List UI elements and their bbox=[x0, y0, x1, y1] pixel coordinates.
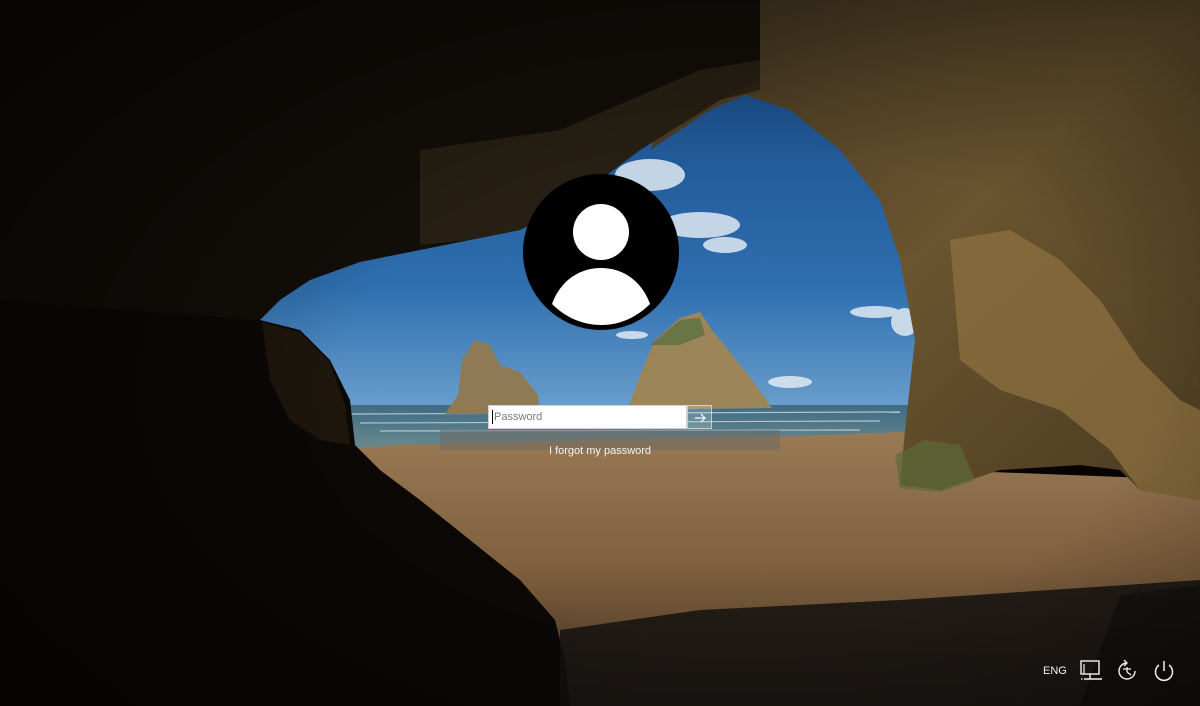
user-silhouette-icon bbox=[523, 174, 679, 330]
forgot-password-link[interactable]: I forgot my password bbox=[500, 445, 700, 457]
password-row bbox=[488, 405, 712, 429]
language-indicator[interactable]: ENG bbox=[1043, 665, 1067, 677]
network-icon[interactable] bbox=[1078, 658, 1104, 684]
submit-button[interactable] bbox=[687, 405, 712, 429]
power-icon[interactable] bbox=[1151, 658, 1177, 684]
arrow-right-icon bbox=[695, 413, 706, 423]
wallpaper-background bbox=[0, 0, 1200, 706]
lock-screen: I forgot my password ENG bbox=[0, 0, 1200, 706]
text-caret bbox=[492, 410, 493, 424]
user-avatar bbox=[523, 174, 679, 330]
password-input[interactable] bbox=[488, 405, 687, 429]
ease-of-access-icon[interactable] bbox=[1114, 658, 1140, 684]
